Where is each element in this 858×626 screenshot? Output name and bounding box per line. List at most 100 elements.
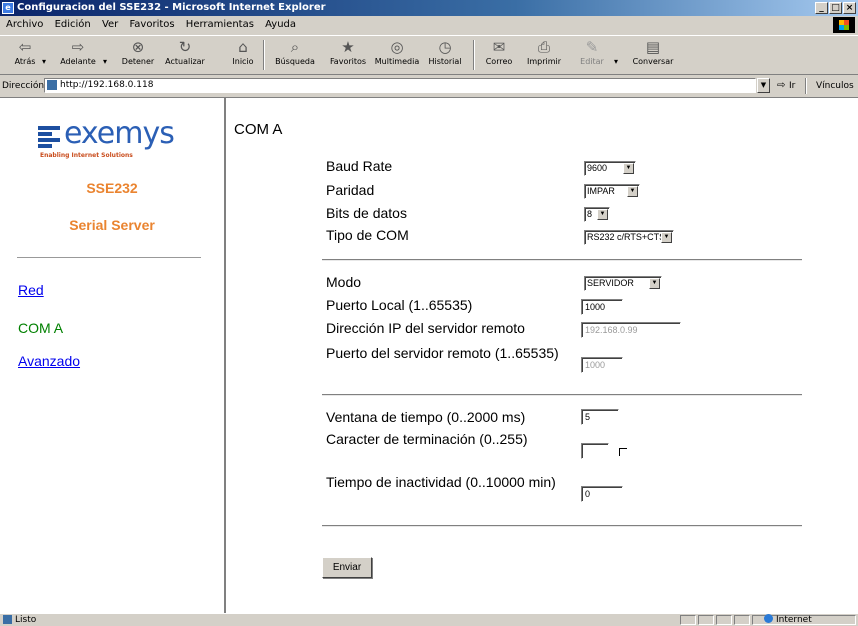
stop-button[interactable]: ⊗ Detener [118, 38, 158, 66]
back-dropdown-icon[interactable]: ▾ [42, 57, 46, 66]
logo-tagline: Enabling Internet Solutions [40, 152, 133, 159]
paridad-select[interactable]: IMPAR ▼ [584, 184, 640, 199]
toolbar-separator [263, 40, 265, 70]
search-label: Búsqueda [275, 57, 315, 66]
page-content: exemys Enabling Internet Solutions SSE23… [0, 97, 858, 614]
ip-remoto-input[interactable]: 192.168.0.99 [581, 322, 681, 338]
favorites-icon: ★ [341, 38, 355, 56]
section-divider [322, 525, 802, 527]
chevron-down-icon: ▼ [597, 209, 608, 220]
nav-link-avanzado[interactable]: Avanzado [18, 353, 80, 369]
puerto-local-input[interactable]: 1000 [581, 299, 623, 315]
address-bar: Dirección http://192.168.0.118 ▼ ⇨ Ir Ví… [0, 76, 858, 96]
forward-button[interactable]: ⇨ Adelante [58, 38, 98, 66]
ventana-input[interactable]: 5 [581, 409, 619, 425]
print-button[interactable]: ⎙ Imprimir [526, 38, 562, 66]
globe-icon [764, 614, 773, 623]
exemys-logo-mark-icon [38, 126, 62, 148]
edit-label: Editar [580, 57, 604, 66]
menu-herramientas[interactable]: Herramientas [186, 19, 254, 30]
zone-label: Internet [776, 615, 812, 625]
chevron-down-icon: ▼ [661, 232, 672, 243]
history-label: Historial [428, 57, 462, 66]
ventana-label: Ventana de tiempo (0..2000 ms) [326, 409, 526, 425]
minimize-button[interactable]: _ [815, 2, 828, 14]
go-arrow-icon[interactable]: ⇨ [777, 76, 785, 96]
sidebar-divider [17, 257, 201, 258]
exemys-logo: exemys Enabling Internet Solutions [38, 116, 188, 166]
links-button[interactable]: Vínculos [816, 76, 854, 96]
caracter-input[interactable] [581, 443, 609, 459]
chevron-down-icon: ▼ [627, 186, 638, 197]
baud-rate-label: Baud Rate [326, 158, 393, 174]
close-button[interactable]: × [843, 2, 856, 14]
edit-button[interactable]: ✎ Editar [577, 38, 607, 66]
tipo-com-label: Tipo de COM [326, 227, 409, 243]
discuss-icon: ▤ [645, 38, 661, 56]
go-button[interactable]: Ir [789, 76, 795, 96]
history-button[interactable]: ◷ Historial [424, 38, 466, 66]
product-subtitle: Serial Server [69, 217, 155, 233]
media-label: Multimedia [374, 57, 420, 66]
forward-dropdown-icon[interactable]: ▾ [103, 57, 107, 66]
address-input[interactable]: http://192.168.0.118 [44, 78, 756, 93]
discuss-button[interactable]: ▤ Conversar [628, 38, 678, 66]
favorites-button[interactable]: ★ Favoritos [326, 38, 370, 66]
refresh-button[interactable]: ↻ Actualizar [160, 38, 210, 66]
nav-link-com-a[interactable]: COM A [18, 320, 63, 336]
submit-button[interactable]: Enviar [322, 557, 372, 578]
edit-dropdown-icon[interactable]: ▾ [614, 57, 618, 66]
right-frame: COM A Baud Rate 9600 ▼ Paridad IMPAR ▼ Bit… [226, 98, 858, 614]
chevron-down-icon: ▼ [623, 163, 634, 174]
window-title-bar[interactable]: e Configuracion del SSE232 - Microsoft I… [0, 0, 858, 16]
edit-icon: ✎ [585, 38, 599, 56]
stop-label: Detener [121, 57, 155, 66]
modo-select[interactable]: SERVIDOR ▼ [584, 276, 662, 291]
menu-bar: Archivo Edición Ver Favoritos Herramient… [0, 16, 858, 34]
mail-button[interactable]: ✉ Correo [482, 38, 516, 66]
chevron-down-icon: ▼ [649, 278, 660, 289]
nav-link-red[interactable]: Red [18, 282, 44, 298]
menu-edicion[interactable]: Edición [55, 19, 91, 30]
logo-wordmark: exemys [64, 116, 175, 151]
address-url: http://192.168.0.118 [60, 80, 154, 90]
favorites-label: Favoritos [329, 57, 367, 66]
mail-icon: ✉ [492, 38, 506, 56]
print-icon: ⎙ [537, 38, 550, 56]
status-panel [734, 615, 750, 625]
back-button[interactable]: ⇦ Atrás [10, 38, 40, 66]
baud-rate-select[interactable]: 9600 ▼ [584, 161, 636, 176]
windows-logo-icon [833, 17, 855, 33]
search-button[interactable]: ⌕ Búsqueda [272, 38, 318, 66]
menu-archivo[interactable]: Archivo [6, 19, 43, 30]
refresh-label: Actualizar [165, 57, 205, 66]
home-icon: ⌂ [238, 38, 248, 56]
modo-label: Modo [326, 274, 362, 290]
bits-value: 8 [587, 209, 593, 219]
menu-favoritos[interactable]: Favoritos [129, 19, 174, 30]
home-button[interactable]: ⌂ Inicio [228, 38, 258, 66]
puerto-remoto-input[interactable]: 1000 [581, 357, 623, 373]
back-arrow-icon: ⇦ [18, 38, 32, 56]
tipo-com-select[interactable]: RS232 c/RTS+CTS ▼ [584, 230, 674, 245]
media-button[interactable]: ◎ Multimedia [373, 38, 421, 66]
menu-ver[interactable]: Ver [102, 19, 118, 30]
bits-select[interactable]: 8 ▼ [584, 207, 610, 222]
links-separator [805, 78, 807, 94]
forward-label: Adelante [60, 57, 96, 66]
modo-value: SERVIDOR [587, 278, 634, 288]
page-status-icon [3, 615, 12, 624]
caracter-checkbox[interactable] [619, 448, 627, 456]
status-panel [680, 615, 696, 625]
address-dropdown-button[interactable]: ▼ [757, 78, 770, 93]
maximize-button[interactable]: □ [829, 2, 842, 14]
status-text: Listo [15, 615, 37, 625]
history-icon: ◷ [438, 38, 452, 56]
toolbar-separator [473, 40, 475, 70]
back-label: Atrás [14, 57, 36, 66]
forward-arrow-icon: ⇨ [71, 38, 85, 56]
menu-ayuda[interactable]: Ayuda [265, 19, 296, 30]
baud-rate-value: 9600 [587, 163, 608, 173]
address-label: Dirección [2, 81, 45, 91]
inactividad-input[interactable]: 0 [581, 486, 623, 502]
